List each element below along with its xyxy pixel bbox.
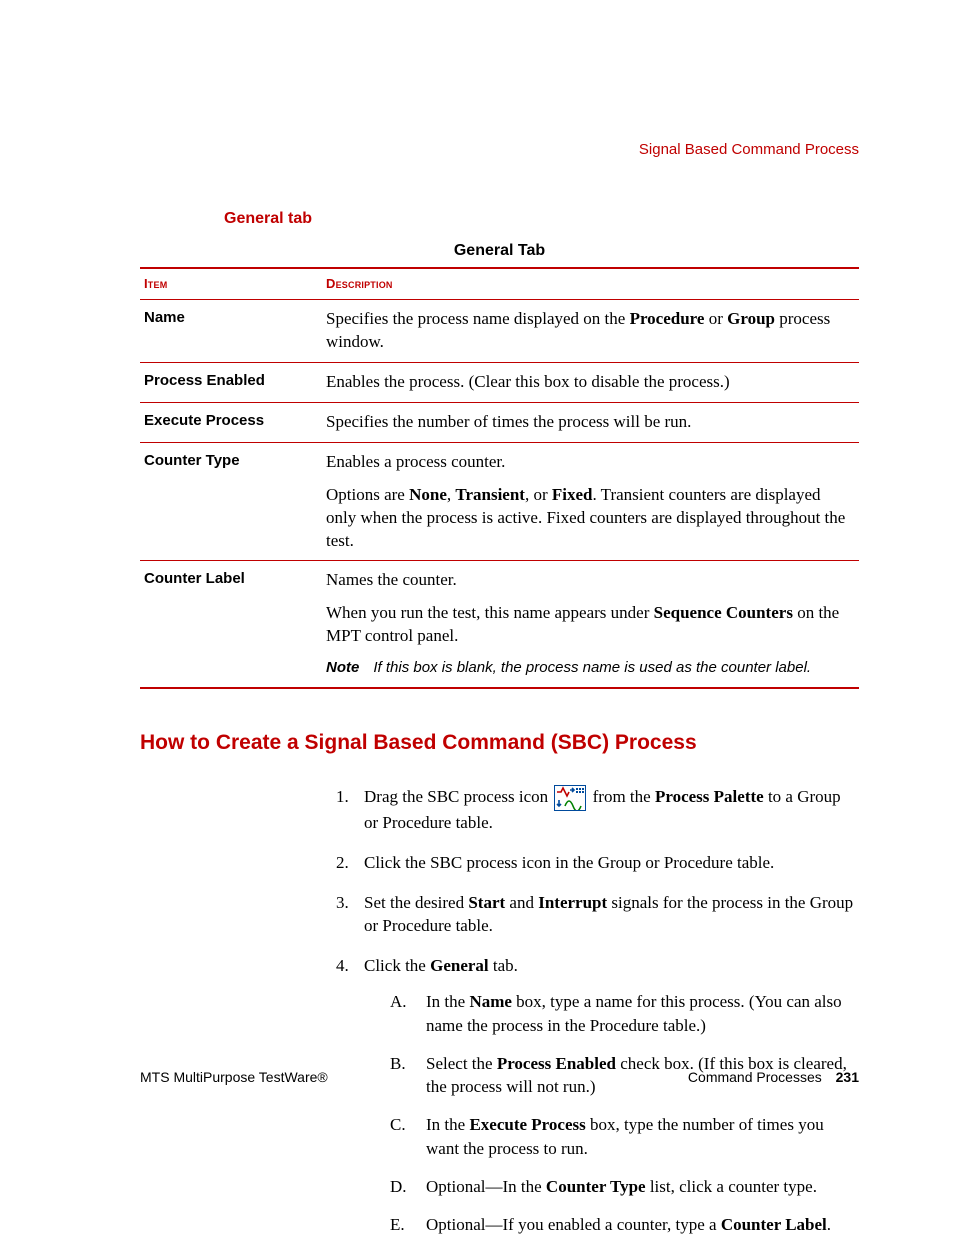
substep-a: A. In the Name box, type a name for this… <box>390 990 859 1038</box>
substep-e: E. Optional—If you enabled a counter, ty… <box>390 1213 859 1237</box>
footer-left: MTS MultiPurpose TestWare® <box>140 1068 328 1087</box>
item-execute-process: Execute Process <box>140 402 322 442</box>
page-content: Signal Based Command Process General tab… <box>0 0 954 1250</box>
sbc-process-icon <box>554 785 586 811</box>
general-tab-side-heading: General tab <box>224 208 859 230</box>
note-label: Note <box>326 658 359 678</box>
item-process-enabled: Process Enabled <box>140 362 322 402</box>
table-row: Counter Label Names the counter. When yo… <box>140 561 859 688</box>
desc-process-enabled: Enables the process. (Clear this box to … <box>322 362 859 402</box>
desc-name: Specifies the process name displayed on … <box>322 299 859 362</box>
table-row: Counter Type Enables a process counter. … <box>140 442 859 561</box>
running-header: Signal Based Command Process <box>140 140 859 160</box>
desc-counter-label: Names the counter. When you run the test… <box>322 561 859 688</box>
item-counter-label: Counter Label <box>140 561 322 688</box>
col-description: Description <box>322 268 859 299</box>
steps-list: 1. Drag the SBC process icon <box>336 785 859 1250</box>
col-item: Item <box>140 268 322 299</box>
desc-execute-process: Specifies the number of times the proces… <box>322 402 859 442</box>
general-tab-table: General Tab Item Description Name Specif… <box>140 240 859 689</box>
item-counter-type: Counter Type <box>140 442 322 561</box>
table-caption: General Tab <box>140 240 859 268</box>
step-1: 1. Drag the SBC process icon <box>336 785 859 835</box>
substep-d: D. Optional—In the Counter Type list, cl… <box>390 1175 859 1199</box>
step-4: 4. Click the General tab. A. In the Name… <box>336 954 859 1250</box>
table-row: Name Specifies the process name displaye… <box>140 299 859 362</box>
step-2: 2. Click the SBC process icon in the Gro… <box>336 851 859 875</box>
table-row: Process Enabled Enables the process. (Cl… <box>140 362 859 402</box>
note: Note If this box is blank, the process n… <box>326 658 849 678</box>
page-footer: MTS MultiPurpose TestWare® Command Proce… <box>140 1068 859 1087</box>
item-name: Name <box>140 299 322 362</box>
substeps-list: A. In the Name box, type a name for this… <box>390 990 859 1236</box>
section-heading: How to Create a Signal Based Command (SB… <box>140 729 859 757</box>
step-3: 3. Set the desired Start and Interrupt s… <box>336 891 859 939</box>
note-text: If this box is blank, the process name i… <box>373 658 849 678</box>
desc-counter-type: Enables a process counter. Options are N… <box>322 442 859 561</box>
footer-right: Command Processes 231 <box>688 1068 859 1087</box>
table-row: Execute Process Specifies the number of … <box>140 402 859 442</box>
page-number: 231 <box>836 1069 859 1085</box>
substep-c: C. In the Execute Process box, type the … <box>390 1113 859 1161</box>
